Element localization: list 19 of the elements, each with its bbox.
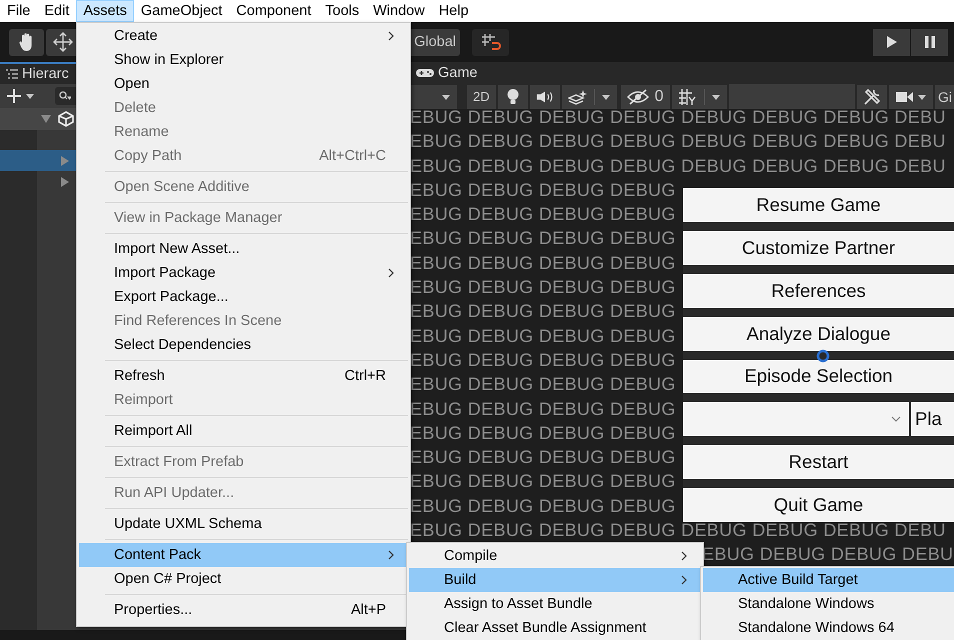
debug-watermark-text: EBUG DEBUG DEBUG DEBUG xyxy=(410,494,676,518)
debug-watermark-text: EBUG DEBUG DEBUG DEBUG xyxy=(410,252,676,275)
debug-watermark-text: EBUG DEBUG DEBUG DEBUG xyxy=(410,178,676,202)
debug-watermark-text: EBUG DEBUG DEBUG DEBUG xyxy=(410,227,676,250)
debug-watermark-text: EBUG DEBUG DEBUG DEBUG DEBUG DEBUG DEBUG DEBU xyxy=(410,130,946,154)
debug-watermark-text: EBUG DEBUG DEBUG DEBUG xyxy=(410,398,676,421)
debug-watermark-text: EBUG DEBUG DEBUG DEBUG xyxy=(410,276,676,300)
debug-watermark-text: EBUG DEBUG DEBUG DEBU xyxy=(702,543,954,566)
debug-watermark-text: EBUG DEBUG DEBUG DEBUG xyxy=(410,348,676,372)
debug-watermark-text: EBUG DEBUG DEBUG DEBUG DEBUG DEBUG DEBUG DEBU xyxy=(410,154,946,178)
debug-watermark-text: EBUG DEBUG DEBUG DEBUG xyxy=(410,470,676,494)
debug-watermark-text: EBUG DEBUG DEBUG DEBUG xyxy=(410,373,676,396)
debug-watermark-text: EBUG DEBUG DEBUG DEBUG xyxy=(410,422,676,445)
debug-watermark-text: EBUG DEBUG DEBUG DEBUG xyxy=(410,324,676,348)
debug-watermark-text: EBUG DEBUG DEBUG DEBUG DEBUG DEBUG DEBUG DEBU xyxy=(410,109,946,129)
debug-watermark-text: EBUG DEBUG DEBUG DEBUG xyxy=(410,300,676,324)
debug-watermark-text: EBUG DEBUG DEBUG DEBUG DEBUG DEBUG DEBUG DEBU xyxy=(410,519,946,542)
debug-watermark-text: EBUG DEBUG DEBUG DEBUG xyxy=(410,446,676,470)
debug-watermark-text: EBUG DEBUG DEBUG DEBUG xyxy=(410,203,676,226)
